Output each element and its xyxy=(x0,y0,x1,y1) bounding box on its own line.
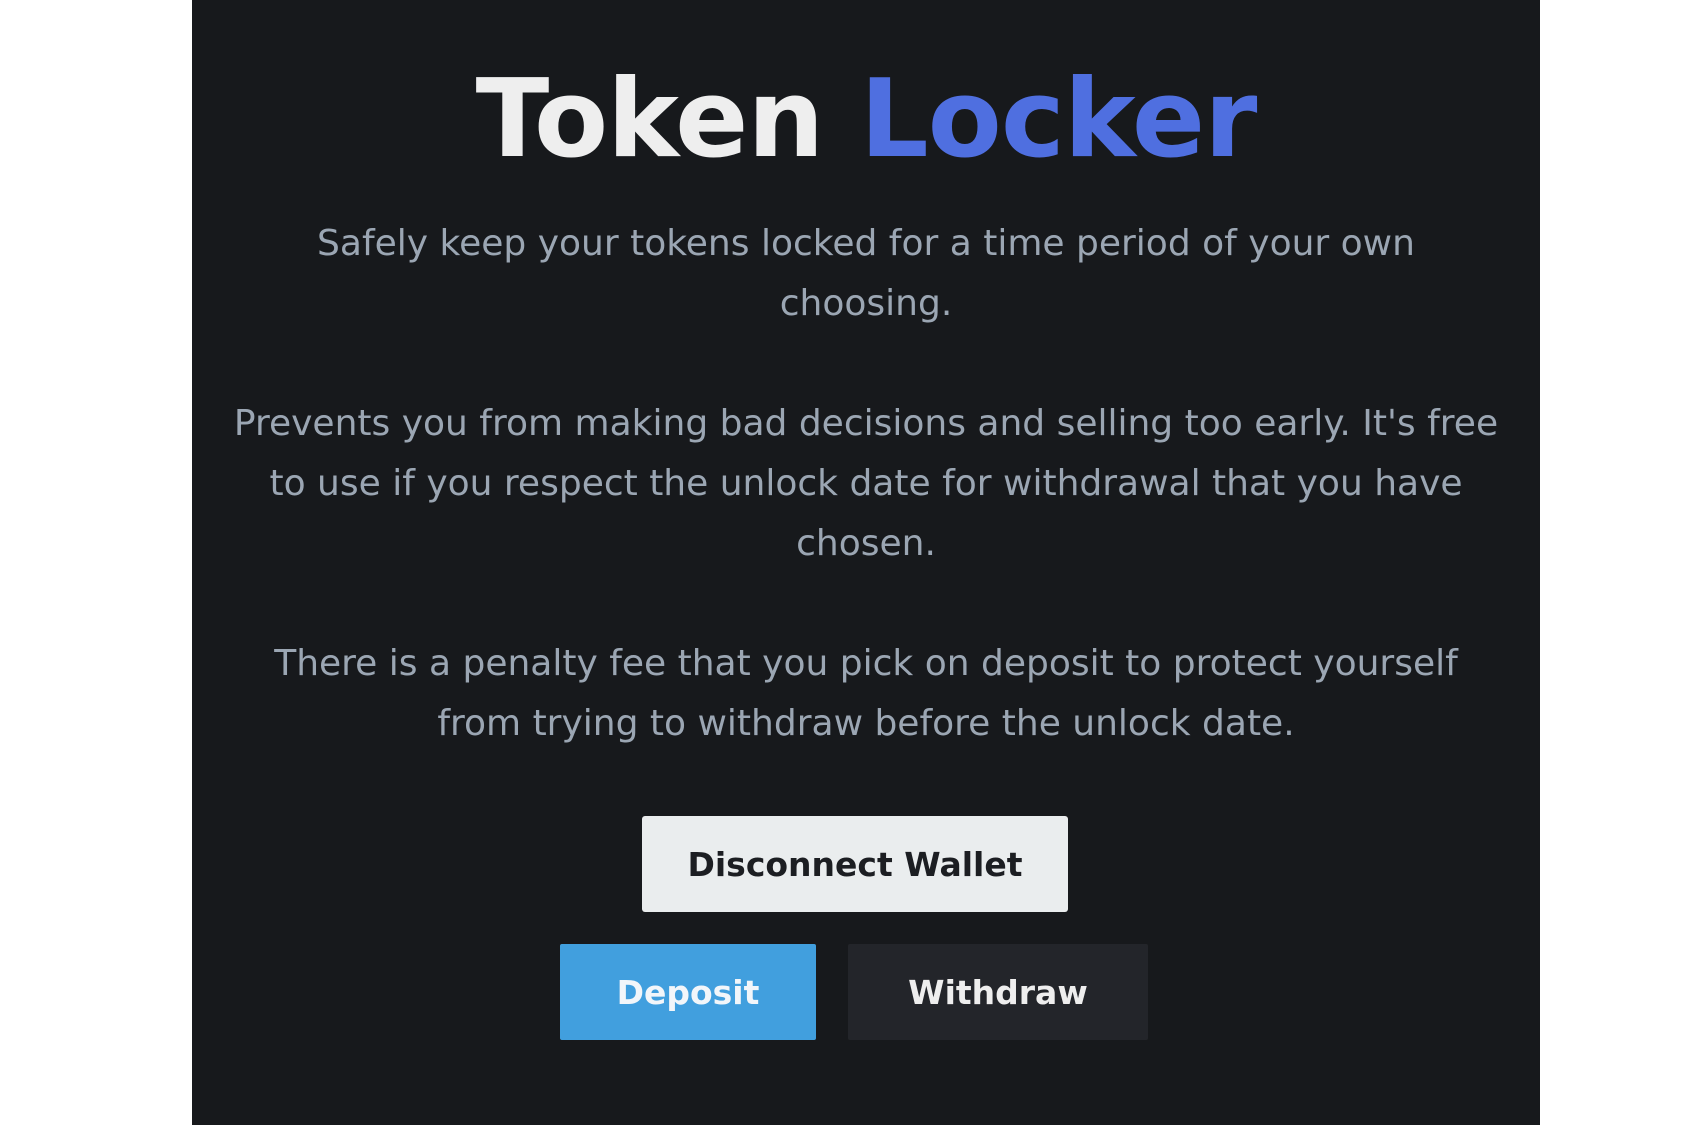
page: Token Locker Safely keep your tokens loc… xyxy=(0,0,1688,1125)
token-locker-panel: Token Locker Safely keep your tokens loc… xyxy=(192,0,1540,1125)
title-token: Token xyxy=(475,57,825,182)
intro-paragraph-penalty-fee: There is a penalty fee that you pick on … xyxy=(274,643,1458,744)
withdraw-button[interactable]: Withdraw xyxy=(848,944,1148,1040)
page-title: Token Locker xyxy=(192,58,1540,182)
intro-paragraph-prevents: Prevents you from making bad decisions a… xyxy=(233,403,1499,564)
intro-paragraph-safely-keep: Safely keep your tokens locked for a tim… xyxy=(317,223,1415,324)
deposit-button[interactable]: Deposit xyxy=(560,944,816,1040)
title-locker: Locker xyxy=(859,57,1257,182)
disconnect-wallet-button[interactable]: Disconnect Wallet xyxy=(642,816,1068,912)
